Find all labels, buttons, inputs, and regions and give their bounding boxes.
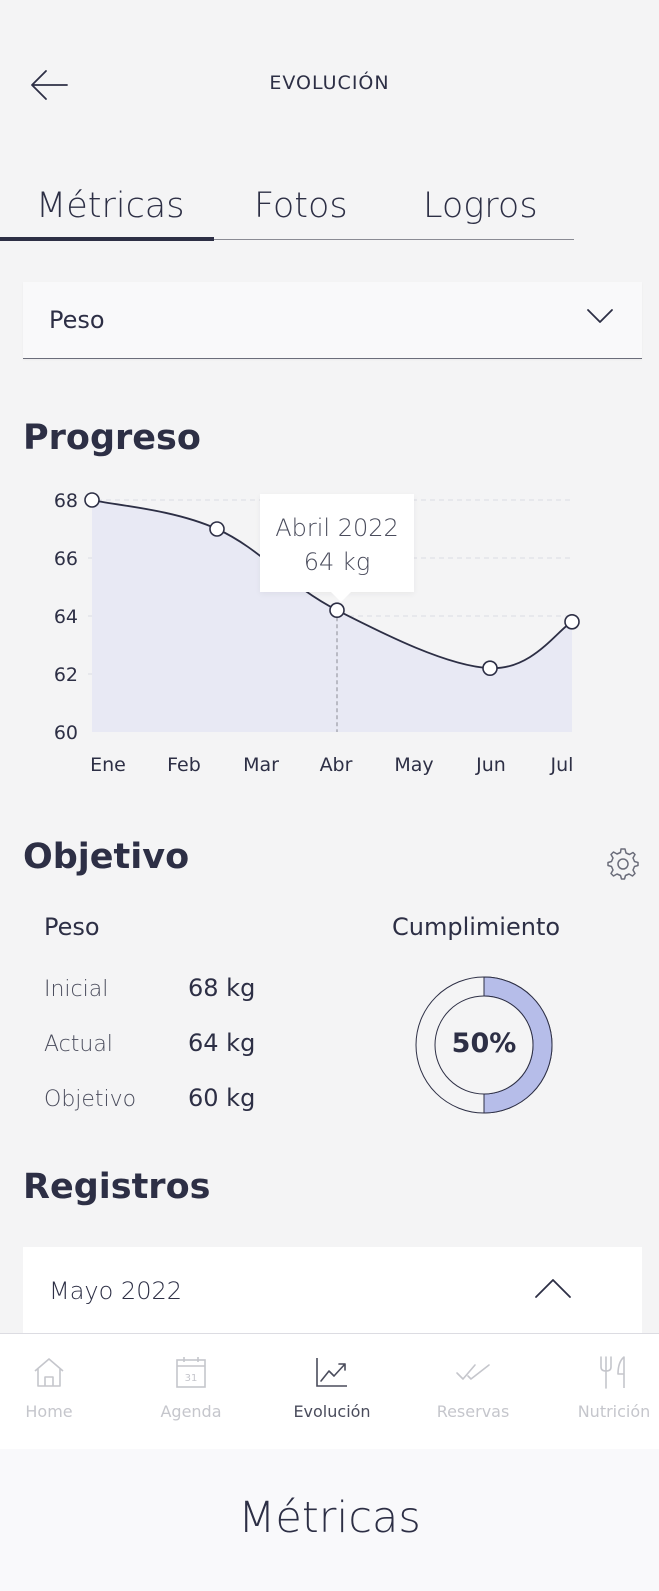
y-tick-label: 62 — [54, 664, 78, 686]
objetivo-title: Objetivo — [23, 837, 190, 877]
metric-select-value: Peso — [49, 306, 105, 334]
home-icon — [34, 1358, 64, 1387]
x-tick-label: Feb — [167, 754, 201, 776]
y-tick-label: 64 — [54, 606, 78, 628]
active-tab-indicator — [0, 237, 214, 241]
tooltip-date: Abril 2022 — [275, 514, 399, 542]
y-tick-label: 68 — [54, 490, 78, 512]
header: EVOLUCIÓN — [0, 0, 659, 140]
nav-label: Home — [25, 1402, 73, 1421]
chart-tooltip: Abril 2022 64 kg — [260, 494, 414, 592]
nav-label: Reservas — [436, 1402, 510, 1421]
objetivo-row-label: Actual — [44, 1032, 113, 1057]
x-tick-label: Mar — [243, 754, 279, 776]
bottom-nav: Home 31 Agenda Evolución Reservas Nutric… — [0, 1333, 659, 1449]
accordion-label: Mayo 2022 — [49, 1277, 183, 1305]
tab-metricas[interactable]: Métricas — [36, 186, 185, 226]
registros-accordion-header[interactable]: Mayo 2022 — [23, 1247, 642, 1335]
nav-agenda[interactable]: 31 Agenda — [125, 1334, 257, 1450]
x-tick-label: Ene — [90, 754, 126, 776]
nav-label: Agenda — [160, 1402, 222, 1421]
tooltip-arrow — [330, 591, 352, 602]
nav-home[interactable]: Home — [0, 1334, 115, 1450]
chart-data-point[interactable] — [329, 602, 345, 618]
trend-chart-icon — [316, 1358, 347, 1387]
chart-data-point[interactable] — [482, 660, 498, 676]
page-title: EVOLUCIÓN — [269, 72, 390, 94]
objetivo-row-value: 60 kg — [188, 1084, 256, 1112]
cumplimiento-label: Cumplimiento — [392, 913, 561, 941]
nav-reservas[interactable]: Reservas — [407, 1334, 539, 1450]
tab-fotos[interactable]: Fotos — [254, 186, 348, 226]
x-tick-label: Jul — [550, 754, 574, 776]
chart-data-point[interactable] — [564, 614, 580, 630]
tab-bar: Métricas Fotos Logros — [0, 180, 574, 241]
x-tick-label: Jun — [475, 754, 506, 776]
gear-icon[interactable] — [605, 846, 639, 880]
nav-label: Nutrición — [577, 1402, 651, 1421]
tab-logros[interactable]: Logros — [423, 186, 538, 226]
nav-label: Evolución — [293, 1402, 371, 1421]
chart-data-point[interactable] — [84, 492, 100, 508]
x-tick-label: May — [394, 754, 433, 776]
calendar-icon: 31 — [176, 1357, 206, 1388]
nav-evolucion[interactable]: Evolución — [266, 1334, 398, 1450]
objetivo-row-label: Inicial — [44, 977, 109, 1002]
fork-knife-icon — [600, 1356, 625, 1389]
screen-caption: Métricas — [238, 1493, 421, 1543]
cumplimiento-value: 50% — [451, 1028, 517, 1059]
double-check-icon — [456, 1364, 490, 1380]
chevron-up-icon — [535, 1279, 571, 1298]
y-tick-label: 66 — [54, 548, 78, 570]
caption-area: Métricas — [0, 1449, 659, 1591]
y-tick-label: 60 — [54, 722, 78, 744]
metric-select[interactable]: Peso — [23, 282, 642, 359]
registros-title: Registros — [23, 1167, 211, 1207]
objetivo-metric-label: Peso — [44, 913, 100, 941]
nav-nutricion[interactable]: Nutrición — [548, 1334, 659, 1450]
objetivo-row-value: 68 kg — [188, 974, 256, 1002]
calendar-day: 31 — [185, 1373, 198, 1384]
tooltip-value: 64 kg — [303, 548, 371, 576]
chart-data-point[interactable] — [209, 521, 225, 537]
objetivo-row-value: 64 kg — [188, 1029, 256, 1057]
x-tick-label: Abr — [320, 754, 353, 776]
progress-title: Progreso — [23, 418, 201, 458]
chevron-down-icon — [587, 309, 613, 323]
objetivo-row-label: Objetivo — [44, 1087, 137, 1112]
